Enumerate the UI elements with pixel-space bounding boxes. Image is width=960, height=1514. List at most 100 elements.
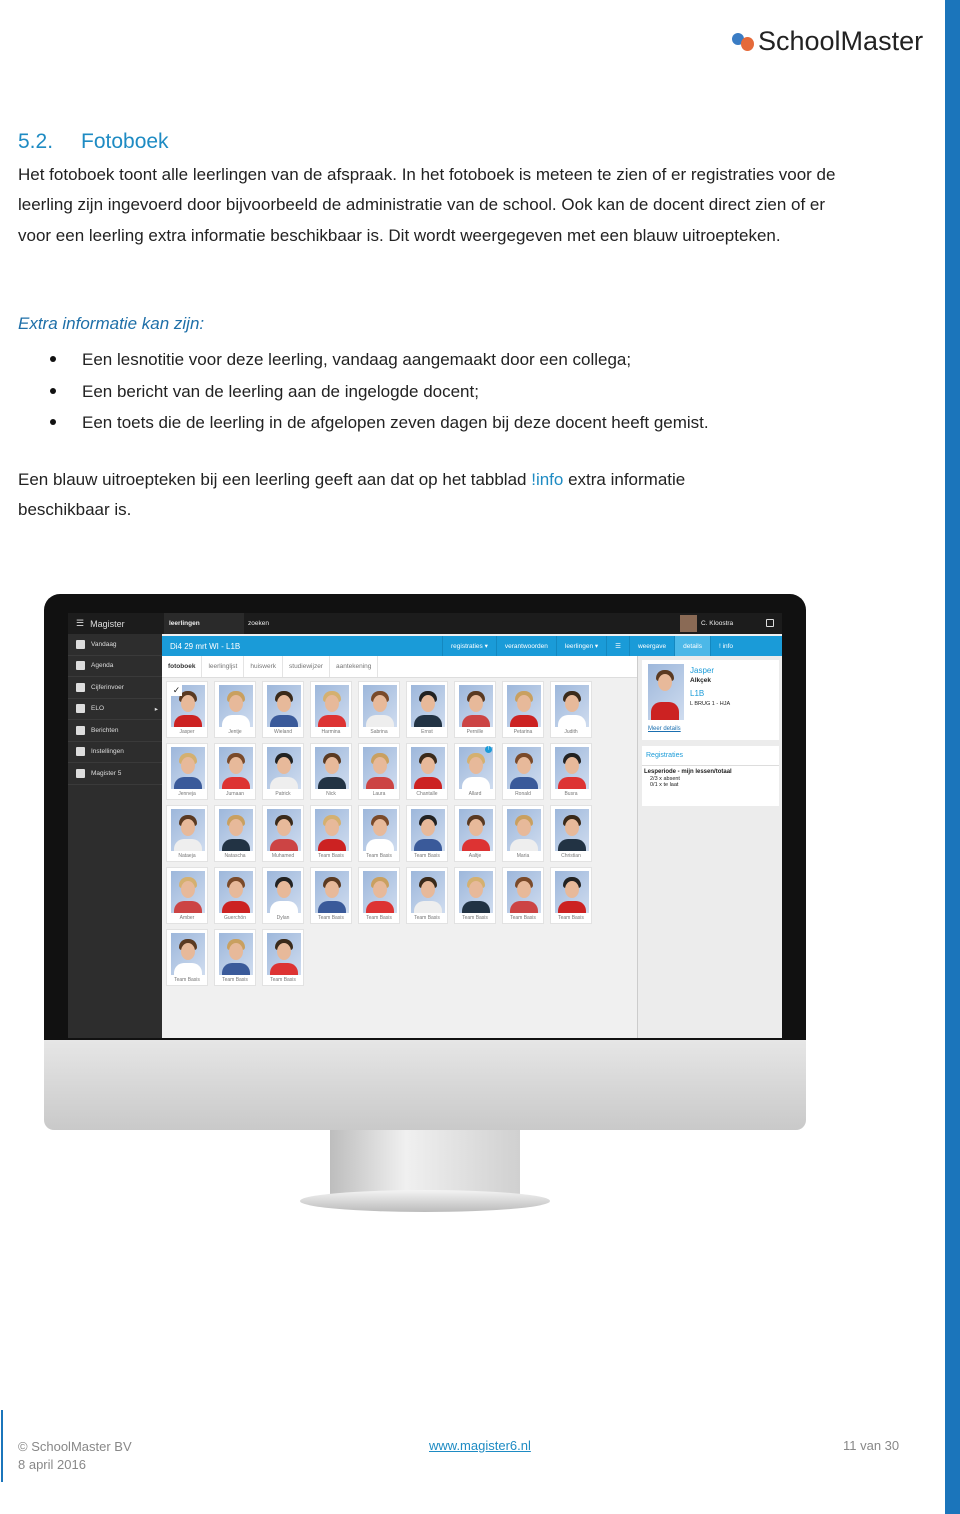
sidebar-item-label: Magister 5 (91, 769, 122, 777)
student-tile[interactable]: Team Basis (550, 867, 592, 924)
student-photo (363, 685, 397, 727)
list-icon[interactable]: ☰ (606, 636, 629, 656)
toolbar-label: registraties (451, 642, 483, 650)
student-tile[interactable]: Ernst (406, 681, 448, 738)
toolbar-leerlingen[interactable]: leerlingen ▾ (555, 636, 606, 656)
student-tile[interactable]: Team Basis (310, 867, 352, 924)
student-name: Team Basis (270, 977, 296, 983)
student-tile[interactable]: Dylan (262, 867, 304, 924)
student-tile[interactable]: Jentje (214, 681, 256, 738)
student-tile[interactable]: Ronald (502, 743, 544, 800)
student-tile[interactable]: Chantalle (406, 743, 448, 800)
page-number: 11 van 30 (843, 1438, 900, 1453)
footer-url-link[interactable]: www.magister6.nl (429, 1438, 531, 1453)
extra-info-heading: Extra informatie kan zijn: (18, 314, 205, 333)
student-tile[interactable]: Team Basis (358, 805, 400, 862)
student-name: Nick (326, 791, 336, 797)
student-tile[interactable]: ✓ Jasper (166, 681, 208, 738)
student-photo (267, 809, 301, 851)
student-tile[interactable]: Team Basis (358, 867, 400, 924)
sidebar-item-magister-5[interactable]: Magister 5 (68, 763, 162, 785)
more-details-link[interactable]: Meer details (648, 726, 681, 732)
student-tile[interactable]: Team Basis (262, 929, 304, 986)
student-tile[interactable]: Petarina (502, 681, 544, 738)
sidebar-item-instellingen[interactable]: Instellingen (68, 742, 162, 763)
student-tile[interactable]: Team Basis (406, 867, 448, 924)
sidebar-item-elo[interactable]: ELO ▸ (68, 699, 162, 720)
tab-fotoboek[interactable]: fotoboek (162, 656, 203, 677)
sidebar-item-label: Vandaag (91, 640, 117, 648)
tab-weergave[interactable]: weergave (628, 636, 674, 656)
sidebar-item-berichten[interactable]: Berichten (68, 720, 162, 742)
student-tile[interactable]: Muhamed (262, 805, 304, 862)
student-tile[interactable]: Nick (310, 743, 352, 800)
student-tile[interactable]: Maria (502, 805, 544, 862)
student-tile[interactable]: Christian (550, 805, 592, 862)
search-scope-select[interactable]: leerlingen (164, 613, 244, 634)
student-tile[interactable]: Team Basis (310, 805, 352, 862)
search-input[interactable]: zoeken (248, 613, 269, 634)
user-avatar[interactable] (680, 615, 697, 632)
student-tile[interactable]: Aaltje (454, 805, 496, 862)
logout-icon[interactable] (766, 619, 774, 627)
bullet-item: Een toets die de leerling in de afgelope… (50, 407, 709, 439)
student-tile[interactable]: Guerchön (214, 867, 256, 924)
student-tile[interactable]: Jurnaan (214, 743, 256, 800)
details-panel: Jasper Alkçek L1B L BRUG 1 - HJA Meer de… (637, 656, 782, 1038)
student-tile[interactable]: Harmina (310, 681, 352, 738)
student-photo (411, 871, 445, 913)
student-tile[interactable]: Wieland (262, 681, 304, 738)
student-tile[interactable]: Amber (166, 867, 208, 924)
sidebar-item-label: Berichten (91, 726, 119, 734)
tab-aantekening[interactable]: aantekening (330, 656, 379, 677)
sidebar-icon (76, 661, 85, 671)
student-tile[interactable]: Patrick (262, 743, 304, 800)
student-name: Amber (179, 915, 195, 921)
student-name: Harmina (321, 729, 341, 735)
student-photo (315, 747, 349, 789)
student-tile[interactable]: Pernille (454, 681, 496, 738)
student-tile[interactable]: Team Basis (166, 929, 208, 986)
student-photo (363, 809, 397, 851)
checkmark-icon[interactable]: ✓ (171, 685, 182, 696)
toolbar-verantwoorden[interactable]: verantwoorden (495, 636, 556, 656)
student-tile[interactable]: Judith (550, 681, 592, 738)
sidebar-brand: ☰ Magister (68, 613, 162, 634)
tab-info[interactable]: ! info (709, 636, 741, 656)
sidebar-item-agenda[interactable]: Agenda (68, 656, 162, 677)
footer-date: 8 april 2016 (18, 1457, 86, 1472)
student-name: Ernst (421, 729, 433, 735)
student-photo (507, 809, 541, 851)
logo-text: SchoolMaster (758, 26, 924, 56)
sidebar-item-label: Instellingen (91, 748, 124, 756)
student-tile[interactable]: Laura (358, 743, 400, 800)
user-name[interactable]: C. Kloostra (701, 613, 733, 634)
student-tile[interactable]: ! Allard (454, 743, 496, 800)
student-name: Patrick (275, 791, 291, 797)
sidebar-icon (76, 682, 85, 692)
info-badge-icon[interactable]: ! (485, 746, 492, 753)
student-tile[interactable]: Busra (550, 743, 592, 800)
people-icon (732, 31, 754, 53)
student-photo (555, 809, 589, 851)
student-tile[interactable]: Team Basis (406, 805, 448, 862)
sidebar-item-vandaag[interactable]: Vandaag (68, 634, 162, 656)
tab-studiewijzer[interactable]: studiewijzer (283, 656, 330, 677)
student-name: Team Basis (510, 915, 536, 921)
sidebar-icon (76, 639, 85, 649)
tab-details[interactable]: details (674, 636, 710, 656)
tab-leerlinglijst[interactable]: leerlingljst (202, 656, 245, 677)
student-tile[interactable]: Team Basis (454, 867, 496, 924)
student-tile[interactable]: Sabrina (358, 681, 400, 738)
sidebar-item-cijferinvoer[interactable]: Cijferinvoer (68, 677, 162, 699)
view-tabs: fotoboek leerlingljst huiswerk studiewij… (162, 656, 637, 678)
tab-huiswerk[interactable]: huiswerk (244, 656, 284, 677)
student-tile[interactable]: Team Basis (502, 867, 544, 924)
menu-icon[interactable]: ☰ (76, 618, 84, 629)
student-tile[interactable]: Jenneja (166, 743, 208, 800)
student-tile[interactable]: Nataeja (166, 805, 208, 862)
student-tile[interactable]: Team Basis (214, 929, 256, 986)
student-name: Chantalle (416, 791, 438, 797)
toolbar-registraties[interactable]: registraties ▾ (442, 636, 496, 656)
student-tile[interactable]: Natascha (214, 805, 256, 862)
